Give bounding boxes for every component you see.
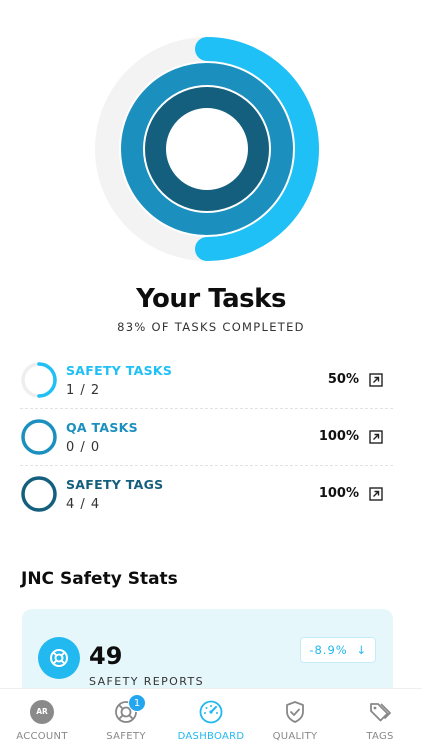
tab-tags-label: TAGS	[366, 731, 394, 742]
tab-dashboard-label: DASHBOARD	[177, 731, 245, 742]
notification-badge: 1	[128, 694, 146, 712]
tab-dashboard[interactable]: DASHBOARD	[169, 689, 253, 750]
task-progress-ring	[21, 476, 57, 512]
bottom-tab-bar: AR ACCOUNT 1 SAFETY DASHBOARD QUALITY TA…	[0, 688, 422, 750]
shield-check-icon	[286, 701, 304, 723]
stats-section-title: JNC Safety Stats	[21, 569, 178, 589]
change-value: -8.9%	[309, 643, 348, 657]
task-list: SAFETY TASKS 1 / 2 50% QA TASKS 0 / 0 10…	[20, 352, 393, 523]
task-row-qa-tasks[interactable]: QA TASKS 0 / 0 100%	[20, 409, 393, 466]
open-external-icon[interactable]	[369, 373, 383, 387]
task-progress-rings	[0, 0, 422, 290]
tab-account-label: ACCOUNT	[16, 731, 68, 742]
task-row-safety-tasks[interactable]: SAFETY TASKS 1 / 2 50%	[20, 352, 393, 409]
tab-safety[interactable]: 1 SAFETY	[84, 689, 168, 750]
task-progress-ring	[21, 362, 57, 398]
open-external-icon[interactable]	[369, 487, 383, 501]
safety-reports-count: 49	[89, 642, 123, 670]
task-row-safety-tags[interactable]: SAFETY TAGS 4 / 4 100%	[20, 466, 393, 523]
task-percent: 50%	[327, 372, 359, 387]
tab-quality[interactable]: QUALITY	[253, 689, 337, 750]
page-title: Your Tasks	[136, 284, 286, 314]
tab-tags[interactable]: TAGS	[338, 689, 422, 750]
task-count: 1 / 2	[66, 383, 101, 398]
task-count: 4 / 4	[66, 497, 101, 512]
task-progress-ring	[21, 419, 57, 455]
task-count: 0 / 0	[66, 440, 101, 455]
tags-icon	[370, 703, 391, 722]
lifebuoy-icon	[38, 637, 80, 679]
safety-reports-label: SAFETY REPORTS	[89, 675, 204, 688]
speedometer-icon	[199, 700, 223, 724]
completion-summary: 83% OF TASKS COMPLETED	[117, 320, 305, 334]
task-name: SAFETY TAGS	[66, 477, 164, 492]
avatar: AR	[30, 700, 54, 724]
task-name: QA TASKS	[66, 420, 138, 435]
tab-quality-label: QUALITY	[272, 731, 318, 742]
task-name: SAFETY TASKS	[66, 363, 173, 378]
task-percent: 100%	[318, 429, 359, 444]
tab-safety-label: SAFETY	[106, 731, 146, 742]
task-percent: 100%	[318, 486, 359, 501]
open-external-icon[interactable]	[369, 430, 383, 444]
change-badge: -8.9% ↓	[300, 637, 376, 663]
inner-ring	[145, 87, 269, 211]
tab-account[interactable]: AR ACCOUNT	[0, 689, 84, 750]
arrow-down-icon: ↓	[356, 643, 367, 657]
